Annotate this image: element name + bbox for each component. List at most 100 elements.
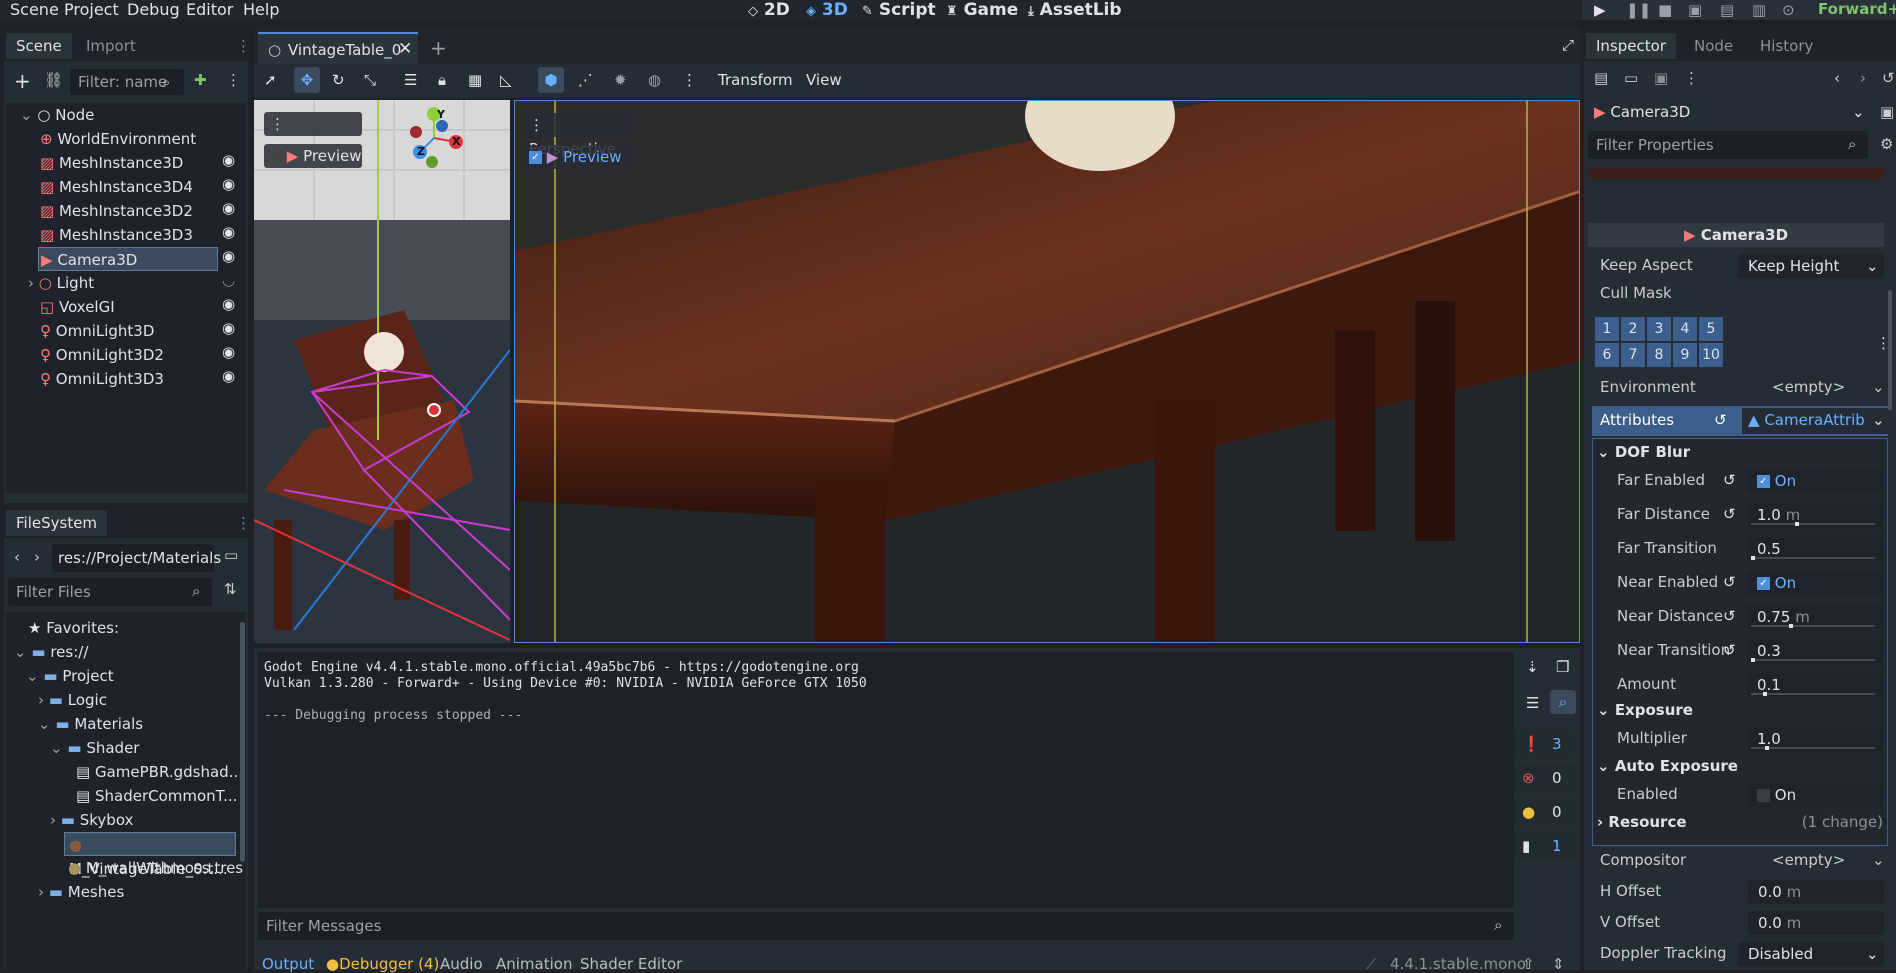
amount-spinbox[interactable]: 0.1 xyxy=(1747,673,1883,697)
transform-menu[interactable]: Transform xyxy=(718,71,793,89)
remote-debug-icon[interactable]: ▣ xyxy=(1688,1,1702,19)
inspector-scrollbar[interactable] xyxy=(1888,290,1892,410)
tree-item-voxelgi[interactable]: ◱ VoxelGI xyxy=(40,295,115,319)
open-folder-icon[interactable]: ▭ xyxy=(1624,69,1638,87)
tree-item-camera3d[interactable]: ▶ Camera3D xyxy=(38,247,218,271)
environment-value[interactable]: <empty> xyxy=(1772,378,1845,396)
save-icon[interactable]: ▣ xyxy=(1654,69,1668,87)
filter-messages-input[interactable]: Filter Messages ⌕ xyxy=(258,912,1514,940)
more-icon[interactable]: ⋮ xyxy=(1684,69,1699,87)
tab-filesystem[interactable]: FileSystem xyxy=(6,510,108,536)
scale-icon[interactable]: ⤡ xyxy=(364,71,376,89)
file-gamepbr[interactable]: ▤ GamePBR.gdshad... xyxy=(76,760,243,784)
tab-inspector[interactable]: Inspector xyxy=(1586,33,1676,59)
docs-icon[interactable]: ▣ xyxy=(1880,103,1894,121)
ruler-icon[interactable]: ◺ xyxy=(500,71,512,89)
tab-scene[interactable]: Scene xyxy=(6,33,72,59)
filter-properties-input[interactable]: Filter Properties ⌕ xyxy=(1588,131,1868,159)
compositor-value[interactable]: <empty> xyxy=(1772,851,1845,869)
movie-icon[interactable]: ⊙ xyxy=(1782,1,1795,19)
slider-track[interactable] xyxy=(1751,746,1875,750)
rotate-icon[interactable]: ↻ xyxy=(332,71,345,89)
left-view-preview-toggle[interactable]: ▶ Preview xyxy=(264,144,362,168)
tree-item-meshinstance3d[interactable]: ▨ MeshInstance3D xyxy=(40,151,183,175)
scrollbar[interactable] xyxy=(240,622,245,862)
workspace-2d-button[interactable]: ◇ 2D xyxy=(748,0,790,20)
tab-import[interactable]: Import xyxy=(76,33,146,59)
object-history-icon[interactable]: ↺ xyxy=(1882,69,1895,87)
revert-icon[interactable]: ↺ xyxy=(1723,573,1736,591)
sort-icon[interactable]: ⇅ xyxy=(224,580,237,598)
folder-res[interactable]: ⌄ ▬ res:// xyxy=(14,640,88,664)
favorites-item[interactable]: ★ Favorites: xyxy=(28,616,119,640)
lock-icon[interactable]: 🔒︎ xyxy=(438,71,446,89)
folder-logic[interactable]: › ▬ Logic xyxy=(38,688,107,712)
object-selector[interactable]: ▶ Camera3D ⌄ xyxy=(1588,99,1868,125)
tree-item-meshinstance3d4[interactable]: ▨ MeshInstance3D4 xyxy=(40,175,193,199)
slider-grabber[interactable] xyxy=(1751,658,1755,662)
sun-icon[interactable]: ✹ xyxy=(614,71,627,89)
tree-item-light[interactable]: › ○ Light xyxy=(28,271,94,295)
revert-icon[interactable]: ↺ xyxy=(1723,641,1736,659)
copy-icon[interactable]: ❐ xyxy=(1556,658,1569,676)
slider-grabber[interactable] xyxy=(1765,746,1769,750)
far-transition-spinbox[interactable]: 0.5 xyxy=(1747,537,1883,561)
warning-count[interactable]: ● 0 xyxy=(1514,798,1576,826)
cull-layer[interactable]: 2 xyxy=(1621,317,1645,341)
local-space-icon[interactable]: ⬢ xyxy=(538,67,564,93)
slider-track[interactable] xyxy=(1751,556,1875,560)
environment-icon[interactable]: ◍ xyxy=(648,71,661,89)
slider-grabber[interactable] xyxy=(1751,556,1755,560)
revert-icon[interactable]: ↺ xyxy=(1723,471,1736,489)
scene-menu-icon[interactable]: ⋮ xyxy=(226,71,241,89)
cull-layer[interactable]: 4 xyxy=(1673,317,1697,341)
tree-item-worldenvironment[interactable]: ⊕ WorldEnvironment xyxy=(40,127,196,151)
history-back-icon[interactable]: ‹ xyxy=(1834,69,1840,87)
slider-grabber[interactable] xyxy=(1789,624,1793,628)
viewport-right[interactable]: ⋮ Perspective ✓ ▶ Preview xyxy=(514,100,1580,643)
chevron-down-icon[interactable]: ⌄ xyxy=(1872,378,1885,396)
stop-icon[interactable]: ■ xyxy=(1658,1,1672,19)
revert-icon[interactable]: ↺ xyxy=(1723,607,1736,625)
dock-menu-icon[interactable]: ⋮ xyxy=(236,514,251,532)
list-select-icon[interactable]: ☰ xyxy=(404,71,417,89)
far-enabled-checkbox[interactable]: ✓ On xyxy=(1747,469,1883,493)
pause-icon[interactable]: ❚❚ xyxy=(1626,1,1651,19)
group-icon[interactable]: ▦ xyxy=(468,71,482,89)
menu-project[interactable]: Project xyxy=(64,0,119,19)
message-count[interactable]: ❗ 3 xyxy=(1514,730,1576,758)
visibility-eye-icon[interactable]: ◉ xyxy=(222,175,235,193)
visibility-eye-icon[interactable]: ◉ xyxy=(222,223,235,241)
error-count[interactable]: ⊗ 0 xyxy=(1514,764,1576,792)
multiplier-spinbox[interactable]: 1.0 xyxy=(1747,727,1883,751)
new-resource-icon[interactable]: ▤ xyxy=(1594,69,1608,87)
close-icon[interactable]: ✕ xyxy=(398,39,412,59)
visibility-eye-icon[interactable]: ◉ xyxy=(222,343,235,361)
slider-grabber[interactable] xyxy=(1763,692,1767,696)
attributes-resource[interactable]: ▲ CameraAttrib ⌄ xyxy=(1742,408,1888,434)
folder-project[interactable]: ⌄ ▬ Project xyxy=(26,664,114,688)
tab-node[interactable]: Node xyxy=(1684,33,1743,59)
slider-track[interactable] xyxy=(1751,692,1875,696)
near-transition-spinbox[interactable]: 0.3 xyxy=(1747,639,1883,663)
tab-history[interactable]: History xyxy=(1750,33,1823,59)
select-icon[interactable]: ➚ xyxy=(264,71,277,89)
cull-layer[interactable]: 3 xyxy=(1647,317,1671,341)
forward-icon[interactable]: › xyxy=(34,548,40,566)
bottom-tab-output[interactable]: Output xyxy=(262,955,314,973)
cull-layer[interactable]: 7 xyxy=(1621,343,1645,367)
link-icon[interactable]: ⛓ xyxy=(44,71,63,89)
far-distance-spinbox[interactable]: 1.0 m xyxy=(1747,503,1883,527)
cull-layer[interactable]: 10 xyxy=(1699,343,1723,367)
bottom-tab-shader-editor[interactable]: Shader Editor xyxy=(580,955,682,973)
tree-item-node[interactable]: ⌄ ○ Node xyxy=(20,103,94,127)
collapse-icon[interactable]: ☰ xyxy=(1526,694,1539,712)
play-icon[interactable]: ▶ xyxy=(1594,1,1606,19)
bottom-tab-animation[interactable]: Animation xyxy=(496,955,572,973)
visibility-eye-icon[interactable]: ◉ xyxy=(222,295,235,313)
split-view-icon[interactable]: ▭ xyxy=(224,546,238,564)
cull-layer[interactable]: 1 xyxy=(1595,317,1619,341)
pin-icon[interactable]: ⇧ xyxy=(1522,955,1535,973)
visibility-eye-icon[interactable]: ◉ xyxy=(222,151,235,169)
tool-settings-icon[interactable]: ⚙ xyxy=(1880,135,1893,153)
